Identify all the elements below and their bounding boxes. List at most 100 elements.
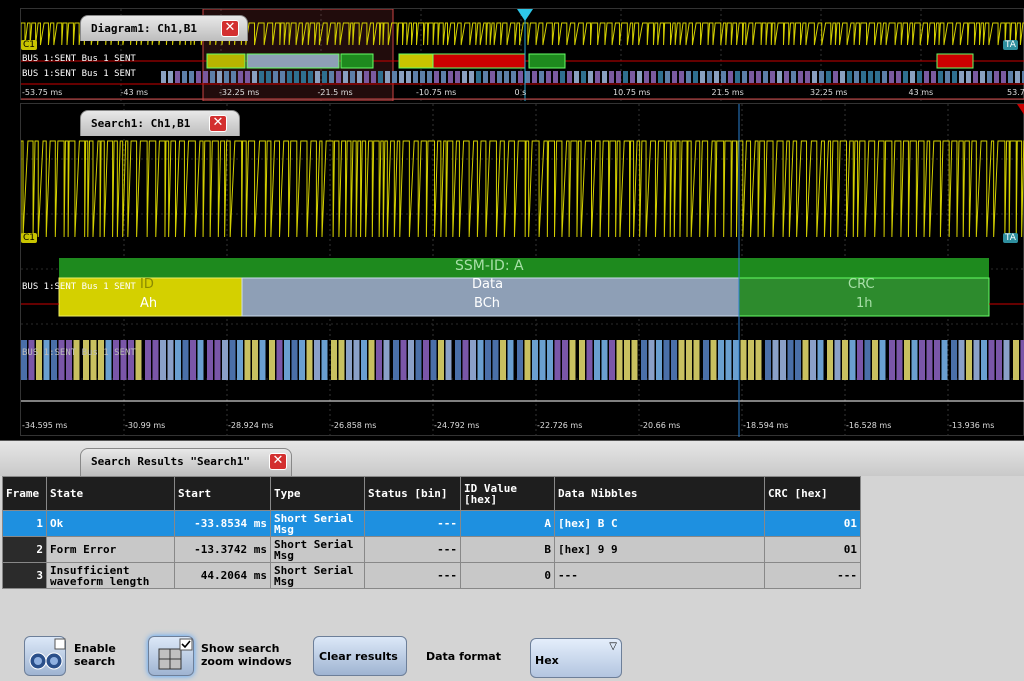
cell-data: --- [554,562,765,589]
bit-segment [941,340,948,380]
bit-segment [710,340,717,380]
search-tick-label: -24.792 ms [434,421,480,430]
bit-segment [872,340,878,380]
close-icon[interactable]: ✕ [221,20,239,37]
column-header-status[interactable]: Status [bin] [364,476,461,511]
field-data-name: Data [472,277,504,292]
enable-search-button[interactable] [24,636,66,676]
search-tick-label: -28.924 ms [228,421,274,430]
bit-segment [579,340,585,380]
bit-segment [430,340,437,380]
bit-segment [383,340,390,380]
bit-segment [951,340,957,380]
bit-segment [857,340,863,380]
bit-segment [656,340,662,380]
bit-segment [252,71,257,83]
bit-segment [399,71,404,83]
bit-segment [182,340,189,380]
bit-segment [641,340,647,380]
cell-type: Short Serial Msg [270,562,365,589]
diagram-tick-label: 43 ms [908,88,934,97]
bit-segment [376,340,382,380]
bit-segment [441,71,446,83]
bit-segment [160,340,166,380]
bit-segment [238,71,243,83]
column-header-data[interactable]: Data Nibbles [554,476,765,511]
bit-segment [546,71,551,83]
bit-segment [259,340,266,380]
bit-segment [269,340,275,380]
bit-segment [284,340,290,380]
bit-segment [423,340,429,380]
decoded-frame [246,53,340,69]
cell-start: -33.8534 ms [174,510,271,537]
bit-segment [630,71,635,83]
channel-marker: C1 [21,40,38,50]
bit-segment [58,340,65,380]
trigger-marker: TA [1003,40,1018,50]
results-tab-title: Search Results "Search1" [91,455,250,468]
bit-segment [161,71,166,83]
column-header-state[interactable]: State [46,476,175,511]
diagram-tab[interactable]: Diagram1: Ch1,B1 ✕ [80,15,248,41]
bit-segment [777,71,782,83]
bit-segment [66,340,72,380]
column-header-crc[interactable]: CRC [hex] [764,476,861,511]
cell-id: 0 [460,562,555,589]
bit-segment [810,340,816,380]
data-format-select[interactable]: Hex ▽ [530,638,622,678]
bit-segment [784,71,789,83]
bit-segment [787,340,794,380]
bit-segment [408,340,414,380]
close-icon[interactable]: ✕ [209,115,227,132]
bit-segment [222,340,228,380]
bit-segment [879,340,886,380]
bit-segment [485,340,491,380]
bit-segment [21,340,27,380]
clear-results-button[interactable]: Clear results [313,636,407,676]
bit-segment [917,71,922,83]
bit-segment [322,71,327,83]
table-row[interactable]: 1 Ok -33.8534 ms Short Serial Msg --- A … [2,510,861,537]
bit-segment [518,71,523,83]
search-bits-label: BUS 1:SENT Bus 1 SENT [22,348,136,358]
bit-segment [780,340,786,380]
bit-segment [588,71,593,83]
bit-segment [623,71,628,83]
bit-segment [532,340,538,380]
bit-segment [602,71,607,83]
bit-segment [1013,340,1019,380]
diagram-tick-label: -10.75 ms [416,88,457,97]
bit-segment [492,340,499,380]
bit-segment [413,71,418,83]
bit-segment [214,340,221,380]
close-icon[interactable]: ✕ [269,453,287,470]
search-results-panel: Search Results "Search1" ✕ Frame State S… [0,440,1024,681]
bit-segment [427,71,432,83]
bit-segment [624,340,630,380]
search-tab[interactable]: Search1: Ch1,B1 ✕ [80,110,240,136]
cell-frame: 2 [2,536,47,563]
column-header-type[interactable]: Type [270,476,365,511]
bit-segment [742,71,747,83]
bit-segment [299,340,305,380]
cell-crc: 01 [764,536,861,563]
show-zoom-windows-button[interactable] [148,636,194,676]
results-table: Frame State Start Type Status [bin] ID V… [2,476,861,589]
column-header-start[interactable]: Start [174,476,271,511]
column-header-frame[interactable]: Frame [2,476,47,511]
column-header-id[interactable]: ID Value [hex] [460,476,555,511]
table-row[interactable]: 2 Form Error -13.3742 ms Short Serial Ms… [2,536,861,563]
bit-segment [748,340,754,380]
bit-segment [827,340,833,380]
bit-segment [43,340,50,380]
results-tab[interactable]: Search Results "Search1" ✕ [80,448,292,476]
bit-segment [357,71,362,83]
bit-segment [609,340,615,380]
table-row[interactable]: 3 Insufficient waveform length 44.2064 m… [2,562,861,589]
bit-segment [190,340,196,380]
bit-segment [252,340,258,380]
bit-segment [438,340,444,380]
bit-segment [83,340,89,380]
cell-data: [hex] B C [554,510,765,537]
